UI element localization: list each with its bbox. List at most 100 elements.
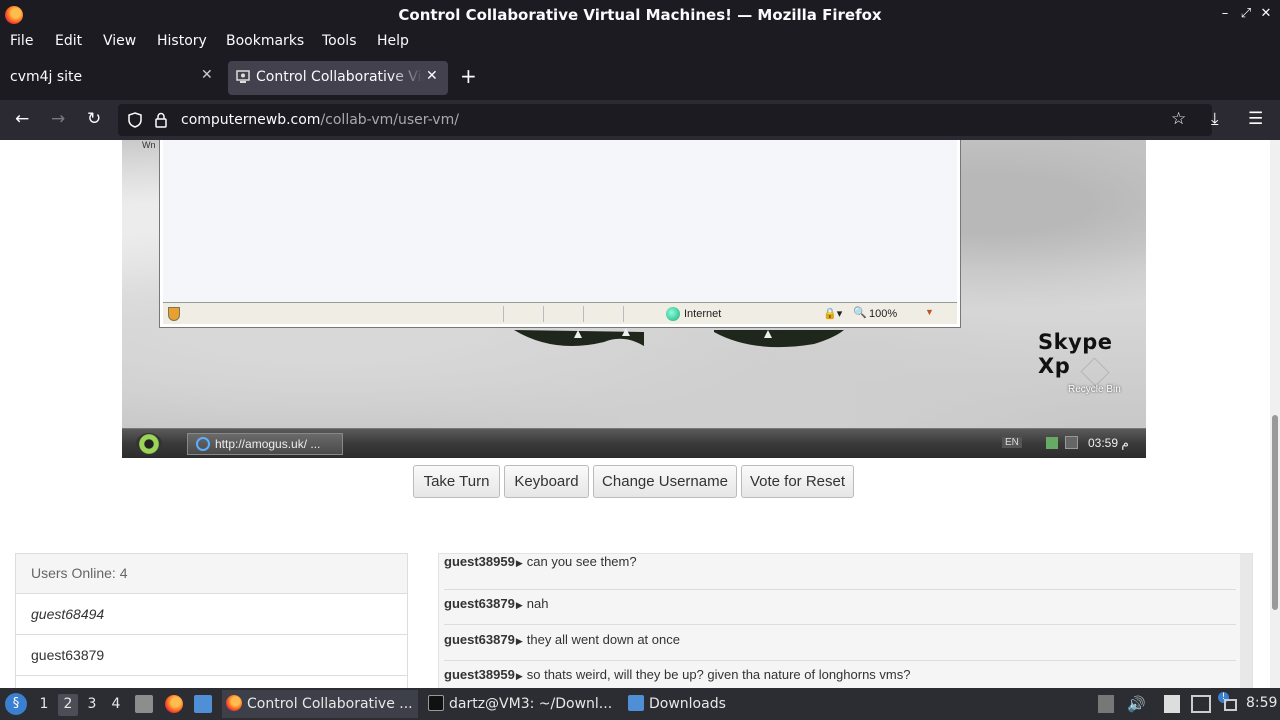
vm-taskbar-browser-button[interactable]: http://amogus.uk/ ... xyxy=(187,433,343,455)
zoom-icon: 🔍 xyxy=(853,307,867,319)
chat-arrow-icon: ▶ xyxy=(515,558,523,568)
workspace-4[interactable]: 4 xyxy=(106,694,126,716)
folder-icon xyxy=(628,695,644,711)
chat-message: guest63879▶ nah xyxy=(444,589,1236,625)
chat-username: guest63879 xyxy=(444,596,515,611)
take-turn-button[interactable]: Take Turn xyxy=(413,465,500,498)
url-bar[interactable]: computernewb.com/collab-vm/user-vm/ xyxy=(118,104,1212,136)
firefox-icon xyxy=(226,695,242,711)
vm-clock[interactable]: 03:59 م xyxy=(1088,436,1129,450)
page-content: Wn Internet 🔒▾ 🔍 100% ▼ Skype Xp Recycle… xyxy=(0,140,1280,688)
navigation-bar: ← → ↻ computernewb.com/collab-vm/user-vm… xyxy=(0,100,1280,140)
chat-username: guest38959 xyxy=(444,667,515,682)
forward-button[interactable]: → xyxy=(51,109,65,129)
minimize-button[interactable]: – xyxy=(1217,5,1233,23)
status-divider xyxy=(543,306,544,322)
display-tray-icon[interactable] xyxy=(1191,695,1211,713)
vm-start-orb-icon[interactable] xyxy=(136,433,162,455)
menu-edit[interactable]: Edit xyxy=(55,33,82,49)
taskbar-task-downloads[interactable]: Downloads xyxy=(624,690,744,718)
internet-explorer-icon xyxy=(196,437,210,451)
tab-close-icon[interactable]: ✕ xyxy=(426,68,438,84)
menu-help[interactable]: Help xyxy=(377,33,409,49)
wallpaper-claws-graphic xyxy=(514,328,844,348)
security-shield-icon xyxy=(168,307,180,321)
collabvm-favicon-icon xyxy=(236,70,250,83)
change-username-button[interactable]: Change Username xyxy=(593,465,737,498)
terminal-icon xyxy=(428,695,444,711)
zone-label: Internet xyxy=(684,308,722,320)
menu-bookmarks[interactable]: Bookmarks xyxy=(226,33,304,49)
chat-text: they all went down at once xyxy=(526,632,680,647)
maximize-button[interactable]: ⤢ xyxy=(1238,5,1254,23)
tab-label: Control Collaborative Virtual Machines! xyxy=(256,69,424,85)
clipboard-tray-icon[interactable] xyxy=(1098,695,1114,713)
taskbar-task-firefox[interactable]: Control Collaborative ... xyxy=(222,690,418,718)
vm-browser-window[interactable]: Internet 🔒▾ 🔍 100% ▼ xyxy=(159,140,961,328)
menu-file[interactable]: File xyxy=(10,33,33,49)
zoom-dropdown-icon[interactable]: ▼ xyxy=(925,307,934,317)
task-label: Control Collaborative ... xyxy=(247,696,413,712)
vm-taskbar: http://amogus.uk/ ... EN 03:59 م xyxy=(122,428,1146,458)
tab-close-icon[interactable]: ✕ xyxy=(201,67,213,83)
status-divider xyxy=(583,306,584,322)
start-menu-icon[interactable]: § xyxy=(5,693,27,715)
notification-tray-icon[interactable]: ! xyxy=(1218,692,1238,713)
user-list-item[interactable]: guest68494 xyxy=(16,594,407,635)
workspace-3[interactable]: 3 xyxy=(82,694,102,716)
tab-bar: cvm4j site ✕ Control Collaborative Virtu… xyxy=(0,54,1280,100)
tab-cvm4j-site[interactable]: cvm4j site ✕ xyxy=(0,54,224,100)
vm-screen[interactable]: Wn Internet 🔒▾ 🔍 100% ▼ Skype Xp Recycle… xyxy=(122,140,1146,458)
shield-icon[interactable] xyxy=(127,112,143,128)
workspace-2[interactable]: 2 xyxy=(58,694,78,716)
menu-history[interactable]: History xyxy=(157,33,207,49)
menu-view[interactable]: View xyxy=(103,33,136,49)
tab-collab-vm[interactable]: Control Collaborative Virtual Machines! … xyxy=(228,61,448,95)
menu-tools[interactable]: Tools xyxy=(322,33,357,49)
chat-message: guest38959▶ can you see them? xyxy=(444,554,1236,590)
status-divider xyxy=(623,306,624,322)
notes-tray-icon[interactable] xyxy=(1164,695,1180,713)
user-list-item[interactable]: guest63879 xyxy=(16,635,407,676)
workspace-1[interactable]: 1 xyxy=(34,694,54,716)
url-text: computernewb.com/collab-vm/user-vm/ xyxy=(181,112,459,128)
file-manager-launcher-icon[interactable] xyxy=(135,695,153,713)
lock-icon[interactable] xyxy=(154,112,168,128)
vm-taskbar-button-label: http://amogus.uk/ ... xyxy=(215,437,321,451)
reload-button[interactable]: ↻ xyxy=(87,109,101,129)
back-button[interactable]: ← xyxy=(15,109,29,129)
chat-username: guest63879 xyxy=(444,632,515,647)
zoom-level[interactable]: 100% xyxy=(869,308,897,320)
vm-tray-network-icon[interactable] xyxy=(1046,437,1058,449)
vm-language-indicator[interactable]: EN xyxy=(1002,437,1022,448)
chat-arrow-icon: ▶ xyxy=(515,671,523,681)
taskbar-task-terminal[interactable]: dartz@VM3: ~/Downl... xyxy=(424,690,620,718)
app-menu-button[interactable]: ☰ xyxy=(1248,109,1263,129)
vote-for-reset-button[interactable]: Vote for Reset xyxy=(741,465,854,498)
recycle-bin-label[interactable]: Recycle Bin xyxy=(1068,384,1121,395)
chat-text: nah xyxy=(526,596,549,611)
chat-panel[interactable]: guest38959▶ can you see them? guest63879▶… xyxy=(438,553,1253,688)
bookmark-star-button[interactable]: ☆ xyxy=(1171,109,1186,129)
page-scrollbar-thumb[interactable] xyxy=(1272,415,1278,610)
internet-globe-icon xyxy=(666,307,680,321)
status-divider xyxy=(503,306,504,322)
vm-tray-volume-icon[interactable] xyxy=(1065,436,1078,449)
keyboard-button[interactable]: Keyboard xyxy=(504,465,589,498)
chat-text: can you see them? xyxy=(526,554,637,569)
system-clock[interactable]: 8:59 xyxy=(1246,695,1277,711)
new-tab-button[interactable]: + xyxy=(460,64,477,88)
tab-label: cvm4j site xyxy=(10,69,83,85)
protected-mode-icon[interactable]: 🔒▾ xyxy=(823,307,842,320)
page-scrollbar[interactable] xyxy=(1270,140,1280,688)
downloads-button[interactable]: ⤓ xyxy=(1211,109,1219,129)
show-desktop-icon[interactable] xyxy=(194,695,212,713)
chat-scrollbar[interactable] xyxy=(1240,554,1252,688)
window-title: Control Collaborative Virtual Machines! … xyxy=(398,6,882,24)
window-titlebar: Control Collaborative Virtual Machines! … xyxy=(0,0,1280,30)
volume-tray-icon[interactable]: 🔊 xyxy=(1127,695,1146,713)
url-domain: computernewb.com xyxy=(181,112,321,128)
chat-message: guest38959▶ so thats weird, will they be … xyxy=(444,660,1236,688)
close-window-button[interactable]: ✕ xyxy=(1258,5,1274,23)
firefox-launcher-icon[interactable] xyxy=(165,695,183,713)
